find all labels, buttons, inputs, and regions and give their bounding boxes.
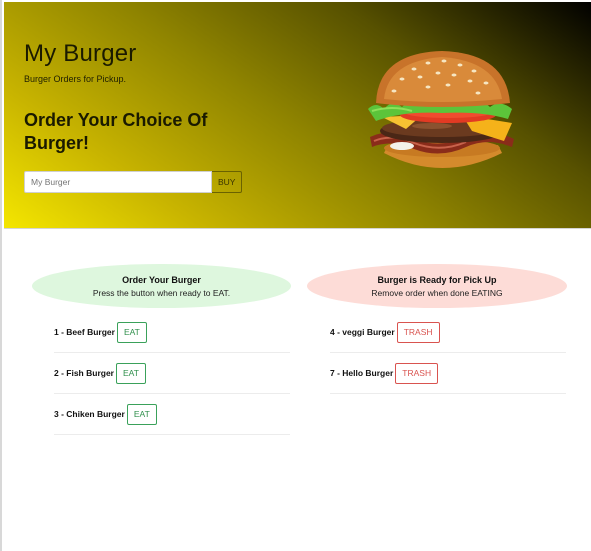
list-item: 7 - Hello Burger TRASH xyxy=(330,353,566,394)
burger-image xyxy=(368,51,514,168)
eat-button[interactable]: EAT xyxy=(115,362,146,384)
ready-list: 4 - veggi Burger TRASH 7 - Hello Burger … xyxy=(330,312,566,394)
order-panel-header: Order Your Burger Press the button when … xyxy=(32,264,291,308)
eat-button[interactable]: EAT xyxy=(126,403,157,425)
order-panel-subtitle: Press the button when ready to EAT. xyxy=(92,287,231,298)
buy-button[interactable]: BUY xyxy=(212,171,243,193)
order-panel-title: Order Your Burger xyxy=(122,274,201,285)
burger-name: 4 - veggi Burger xyxy=(330,327,395,337)
list-item: 4 - veggi Burger TRASH xyxy=(330,312,566,353)
order-form: BUY xyxy=(24,171,243,193)
list-item: 1 - Beef Burger EAT xyxy=(54,312,290,353)
trash-button[interactable]: TRASH xyxy=(396,321,440,343)
ready-panel-title: Burger is Ready for Pick Up xyxy=(377,274,497,285)
burger-name-input[interactable] xyxy=(24,171,212,193)
ready-panel-header: Burger is Ready for Pick Up Remove order… xyxy=(307,264,567,308)
burger-name: 1 - Beef Burger xyxy=(54,327,115,337)
burger-name: 7 - Hello Burger xyxy=(330,368,394,378)
page: My Burger Burger Orders for Pickup. Orde… xyxy=(0,0,591,551)
burger-name: 2 - Fish Burger xyxy=(54,368,114,378)
app-title: My Burger xyxy=(24,40,137,67)
app-subtitle: Burger Orders for Pickup. xyxy=(24,74,127,84)
trash-button[interactable]: TRASH xyxy=(395,362,439,384)
ready-panel-subtitle: Remove order when done EATING xyxy=(371,287,503,298)
list-item: 2 - Fish Burger EAT xyxy=(54,353,290,394)
hero-banner: My Burger Burger Orders for Pickup. Orde… xyxy=(4,2,591,229)
order-list: 1 - Beef Burger EAT 2 - Fish Burger EAT … xyxy=(54,312,290,435)
order-heading: Order Your Choice Of Burger! xyxy=(24,110,208,153)
burger-name: 3 - Chiken Burger xyxy=(54,409,125,419)
eat-button[interactable]: EAT xyxy=(116,321,147,343)
list-item: 3 - Chiken Burger EAT xyxy=(54,394,290,435)
